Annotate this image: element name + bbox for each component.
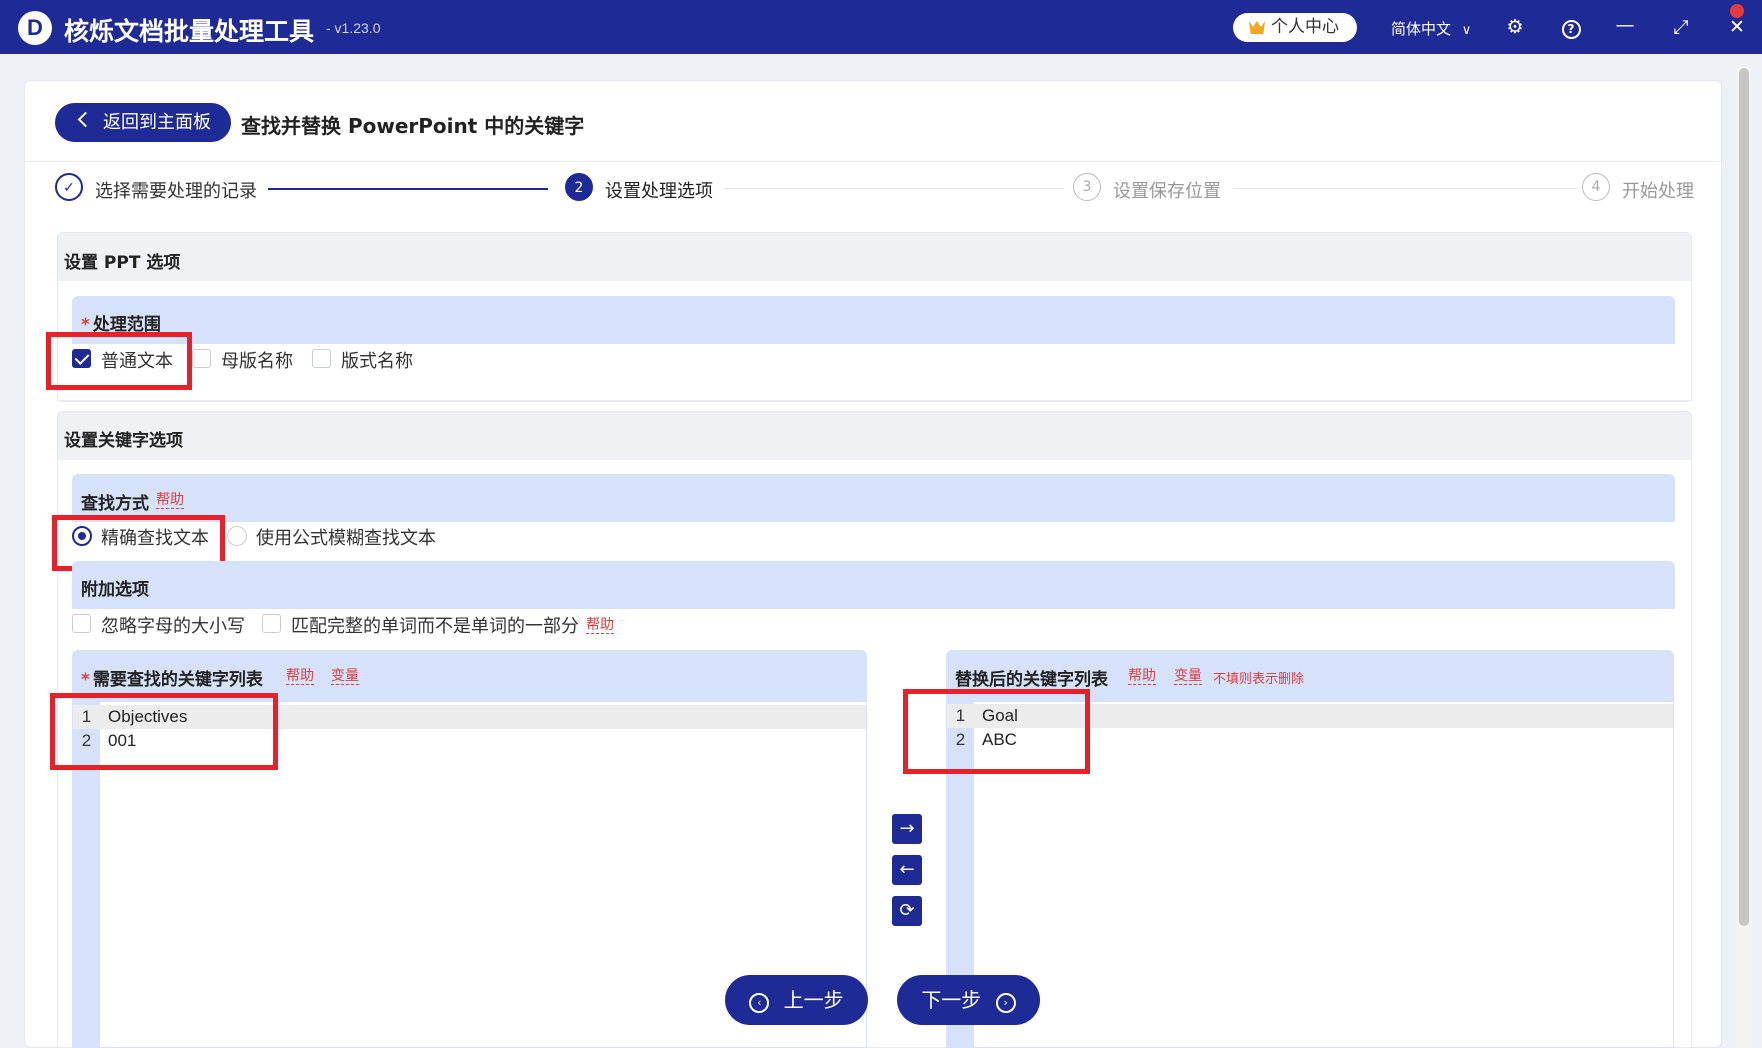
help-icon[interactable]: ? <box>1558 14 1584 40</box>
notification-badge-icon[interactable] <box>1730 4 1744 18</box>
next-step-label: 下一步 <box>921 988 982 1012</box>
language-label: 简体中文 <box>1391 20 1452 38</box>
find-list-variable-link[interactable]: 变量 <box>331 668 359 685</box>
scope-layout-name-label: 版式名称 <box>341 351 413 372</box>
swap-icon[interactable]: ⟳ <box>892 896 922 926</box>
whole-word-checkbox[interactable] <box>262 614 281 633</box>
replace-list-note: 不填则表示删除 <box>1213 672 1305 687</box>
keyword-options-title: 设置关键字选项 <box>64 431 183 451</box>
whole-word-label: 匹配完整的单词而不是单词的一部分 <box>291 616 579 637</box>
step-4-number: 4 <box>1582 173 1610 201</box>
search-mode-section-header <box>72 474 1675 522</box>
step-1-check-icon: ✓ <box>55 173 83 201</box>
app-logo-icon: D <box>18 11 52 45</box>
chevron-down-icon: ∨ <box>1461 23 1472 38</box>
language-select[interactable]: 简体中文 ∨ <box>1391 18 1471 39</box>
highlight-box-replace-list <box>903 689 1090 774</box>
arrow-left-icon[interactable]: ← <box>892 855 922 885</box>
chevron-right-circle-icon: › <box>995 993 1016 1013</box>
app-title: 核烁文档批量处理工具 <box>64 17 315 46</box>
search-mode-help-link[interactable]: 帮助 <box>156 492 184 509</box>
search-mode-title: 查找方式 <box>81 494 149 514</box>
user-center-label: 个人中心 <box>1271 17 1339 37</box>
scrollbar-thumb[interactable] <box>1739 68 1749 926</box>
find-list-help-link[interactable]: 帮助 <box>286 668 314 685</box>
app-version: - v1.23.0 <box>326 20 381 36</box>
header-divider <box>25 161 1721 162</box>
step-connector-2 <box>724 188 1064 189</box>
ignore-case-checkbox[interactable] <box>72 614 91 633</box>
extra-options-title: 附加选项 <box>81 580 149 600</box>
scope-layout-name-checkbox[interactable] <box>312 349 331 368</box>
step-4-label: 开始处理 <box>1622 181 1694 202</box>
scope-master-name-label: 母版名称 <box>221 351 293 372</box>
user-center-button[interactable]: 个人中心 <box>1233 13 1357 42</box>
page-scrollbar[interactable] <box>1736 66 1752 1048</box>
title-bar: D 核烁文档批量处理工具 - v1.23.0 个人中心 简体中文 ∨ ⚙ ? —… <box>0 0 1762 54</box>
step-2-label: 设置处理选项 <box>605 181 713 202</box>
step-2-number: 2 <box>565 173 593 201</box>
chevron-left-circle-icon: ‹ <box>749 993 770 1013</box>
previous-step-label: 上一步 <box>783 988 844 1012</box>
replace-list-title: 替换后的关键字列表 <box>955 670 1108 690</box>
previous-step-button[interactable]: ‹ 上一步 <box>725 975 868 1025</box>
page-title: 查找并替换 PowerPoint 中的关键字 <box>241 114 585 138</box>
find-list-title: * 需要查找的关键字列表 <box>81 670 263 690</box>
step-3-label: 设置保存位置 <box>1113 181 1221 202</box>
highlight-box-find-list <box>50 693 278 770</box>
replace-list-help-link[interactable]: 帮助 <box>1128 668 1156 685</box>
fuzzy-search-radio[interactable] <box>227 526 247 546</box>
step-connector-3 <box>1233 188 1578 189</box>
step-3-number: 3 <box>1073 173 1101 201</box>
minimize-icon[interactable]: — <box>1612 12 1638 38</box>
ppt-options-title: 设置 PPT 选项 <box>64 253 181 273</box>
gear-icon[interactable]: ⚙ <box>1502 14 1528 40</box>
fuzzy-search-label: 使用公式模糊查找文本 <box>256 528 436 549</box>
scope-master-name-checkbox[interactable] <box>192 349 211 368</box>
extra-options-section-header <box>72 561 1675 609</box>
step-1-label: 选择需要处理的记录 <box>95 181 257 202</box>
maximize-icon[interactable]: ⤢ <box>1668 14 1694 40</box>
next-step-button[interactable]: 下一步 › <box>897 975 1040 1025</box>
highlight-box-scope <box>46 332 192 390</box>
crown-icon <box>1249 21 1265 34</box>
arrow-right-icon[interactable]: → <box>892 814 922 844</box>
extra-options-help-link[interactable]: 帮助 <box>586 617 614 634</box>
scope-section-header <box>72 296 1675 344</box>
replace-list-variable-link[interactable]: 变量 <box>1174 668 1202 685</box>
step-connector-1 <box>268 188 548 190</box>
ignore-case-label: 忽略字母的大小写 <box>101 616 245 637</box>
